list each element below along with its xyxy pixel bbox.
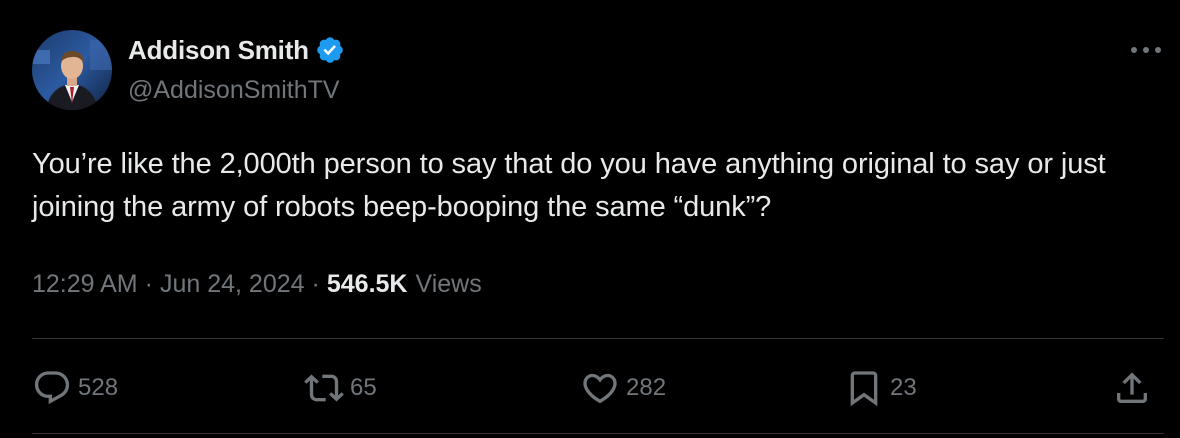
tweet-card: Addison Smith @AddisonSmithTV You’re lik… xyxy=(0,0,1180,438)
author-name-row: Addison Smith xyxy=(128,34,345,66)
author-handle[interactable]: @AddisonSmithTV xyxy=(128,76,340,105)
retweet-count: 65 xyxy=(350,374,377,401)
reply-button[interactable]: 528 xyxy=(32,362,118,414)
meta-separator: · xyxy=(311,270,320,298)
verified-badge-icon[interactable] xyxy=(315,35,345,65)
bookmark-button[interactable]: 23 xyxy=(844,362,917,414)
bookmark-icon xyxy=(850,371,878,407)
like-button[interactable]: 282 xyxy=(580,362,666,414)
divider xyxy=(32,433,1164,434)
share-button[interactable] xyxy=(1112,362,1152,414)
divider xyxy=(32,338,1164,339)
like-count: 282 xyxy=(626,374,667,401)
retweet-button[interactable]: 65 xyxy=(304,362,377,414)
tweet-metadata: 12:29 AM · Jun 24, 2024 · 546.5K Views xyxy=(32,270,482,299)
tweet-text: You’re like the 2,000th person to say th… xyxy=(32,148,1106,223)
action-bar: 528 65 282 23 xyxy=(32,362,1164,414)
reply-count: 528 xyxy=(78,374,119,401)
views-count[interactable]: 546.5K xyxy=(327,270,408,299)
author-display-name[interactable]: Addison Smith xyxy=(128,35,309,66)
heart-icon xyxy=(583,373,617,404)
bookmark-count: 23 xyxy=(890,374,917,401)
meta-separator: · xyxy=(144,270,153,298)
tweet-time[interactable]: 12:29 AM xyxy=(32,270,138,299)
more-horizontal-icon[interactable] xyxy=(1128,38,1164,62)
retweet-icon xyxy=(304,374,344,402)
tweet-date[interactable]: Jun 24, 2024 xyxy=(160,270,305,299)
share-icon xyxy=(1117,372,1147,403)
reply-icon xyxy=(34,371,70,405)
avatar[interactable] xyxy=(32,30,112,110)
views-label: Views xyxy=(415,270,482,298)
